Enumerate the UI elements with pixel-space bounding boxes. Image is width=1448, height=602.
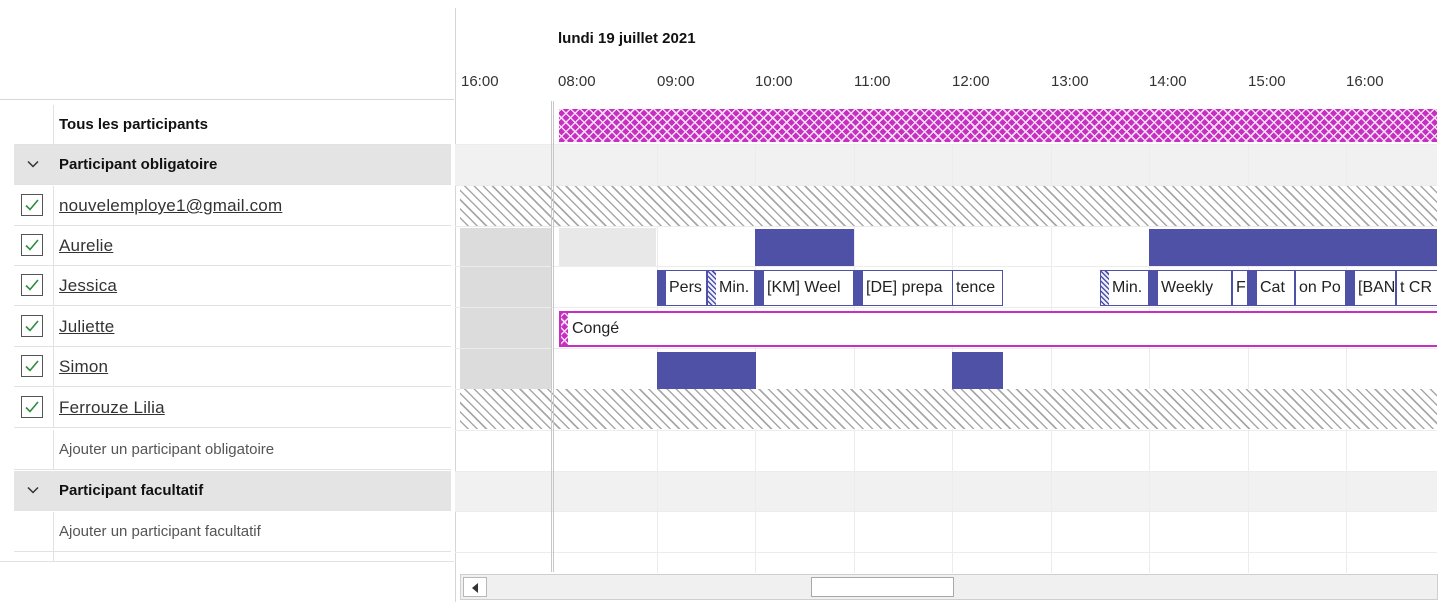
participant-row: Juliette	[14, 307, 451, 347]
calendar-event[interactable]: [DE] prepa	[854, 270, 953, 306]
hour-label: 16:00	[1346, 73, 1384, 90]
off-hours-block	[559, 228, 656, 266]
checkbox-checked-icon[interactable]	[21, 234, 43, 256]
hour-label: 14:00	[1149, 73, 1187, 90]
calendar-event[interactable]: on Po	[1295, 270, 1346, 306]
panel-top-divider	[0, 99, 454, 100]
checkbox-checked-icon[interactable]	[21, 355, 43, 377]
participant-name-link[interactable]: Jessica	[59, 266, 117, 306]
participant-name-link[interactable]: Ferrouze Lilia	[59, 388, 165, 428]
day-start-marker	[551, 101, 554, 572]
participant-name-link[interactable]: Aurelie	[59, 226, 113, 266]
calendar-event[interactable]: tence	[952, 270, 1003, 306]
calendar-event[interactable]: [KM] Weel	[755, 270, 854, 306]
hour-label: 16:00	[461, 73, 499, 90]
hour-label: 09:00	[657, 73, 695, 90]
hour-label: 11:00	[854, 73, 891, 90]
participant-row: Aurelie	[14, 226, 451, 266]
participant-name-link[interactable]: Simon	[59, 347, 108, 387]
add-required-participant-input[interactable]: Ajouter un participant obligatoire	[59, 430, 274, 470]
busy-block[interactable]	[755, 229, 854, 266]
required-group-label: Participant obligatoire	[59, 156, 218, 173]
calendar-event[interactable]: t CR	[1396, 270, 1437, 306]
calendar-event[interactable]: [BAN	[1346, 270, 1396, 306]
busy-block[interactable]	[1149, 229, 1437, 266]
hour-label: 12:00	[952, 73, 990, 90]
out-of-office-event[interactable]: Congé	[559, 311, 1437, 347]
busy-block[interactable]	[657, 352, 756, 389]
add-required-row: Ajouter un participant obligatoire	[14, 430, 451, 470]
off-hours-block	[460, 228, 551, 391]
horizontal-scrollbar[interactable]	[460, 574, 1438, 600]
optional-group-label: Participant facultatif	[59, 482, 204, 499]
all-participants-row: Tous les participants	[14, 105, 451, 145]
calendar-event[interactable]: Min.	[1100, 270, 1149, 306]
scroll-left-button[interactable]	[463, 577, 487, 597]
calendar-event[interactable]: Min.	[707, 270, 755, 306]
participants-panel: Tous les participants Participant obliga…	[0, 0, 454, 562]
participant-row: Simon	[14, 347, 451, 387]
optional-group-header[interactable]: Participant facultatif	[14, 471, 451, 511]
checkbox-checked-icon[interactable]	[21, 274, 43, 296]
scheduling-timeline: lundi 19 juillet 2021 16:00 08:00 09:00 …	[455, 0, 1448, 602]
no-information-block	[460, 389, 1437, 429]
participant-row: Jessica	[14, 266, 451, 306]
add-optional-row: Ajouter un participant facultatif	[14, 512, 451, 552]
checkbox-checked-icon[interactable]	[21, 396, 43, 418]
participant-name-link[interactable]: Juliette	[59, 307, 114, 347]
checkbox-checked-icon[interactable]	[21, 315, 43, 337]
hour-label: 15:00	[1248, 73, 1286, 90]
participant-name-link[interactable]: nouvelemploye1@gmail.com	[59, 186, 282, 226]
panel-bottom-divider	[0, 561, 454, 562]
all-participants-availability-bar	[559, 109, 1437, 142]
timeline-left-border	[455, 8, 456, 602]
checkbox-checked-icon[interactable]	[21, 194, 43, 216]
arrow-left-icon	[472, 583, 478, 593]
out-of-office-marker	[561, 313, 568, 345]
calendar-event[interactable]: Cat	[1248, 270, 1295, 306]
chevron-down-icon[interactable]	[26, 157, 40, 171]
hour-label: 13:00	[1051, 73, 1089, 90]
group-row-bg	[455, 145, 1437, 185]
timeline-date: lundi 19 juillet 2021	[558, 30, 696, 47]
calendar-event[interactable]: Weekly	[1149, 270, 1232, 306]
no-information-block	[460, 186, 1437, 226]
busy-block[interactable]	[952, 352, 1003, 389]
calendar-event[interactable]: Pers	[657, 270, 707, 306]
calendar-event[interactable]: F	[1232, 270, 1248, 306]
scrollbar-thumb[interactable]	[811, 577, 954, 597]
hour-label: 08:00	[558, 73, 596, 90]
chevron-down-icon[interactable]	[26, 483, 40, 497]
all-participants-label: Tous les participants	[59, 116, 208, 133]
add-optional-participant-input[interactable]: Ajouter un participant facultatif	[59, 512, 261, 552]
required-group-header[interactable]: Participant obligatoire	[14, 145, 451, 185]
participant-row: nouvelemploye1@gmail.com	[14, 186, 451, 226]
hour-label: 10:00	[755, 73, 793, 90]
group-row-bg	[455, 471, 1437, 511]
participant-row: Ferrouze Lilia	[14, 388, 451, 428]
